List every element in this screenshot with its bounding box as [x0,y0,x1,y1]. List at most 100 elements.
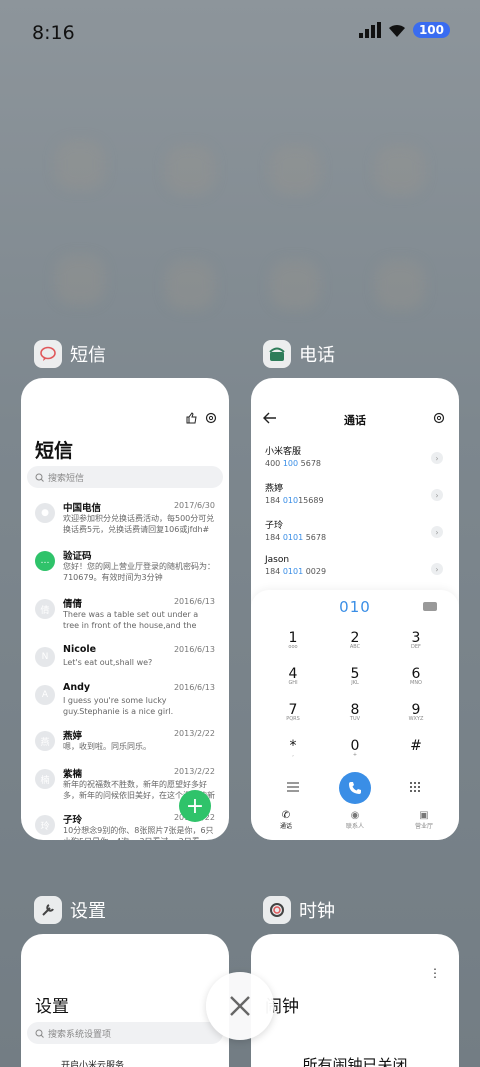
contact-row[interactable]: 子玲 184 0101 5678 › [265,518,445,552]
message-date: 2016/6/13 [173,645,215,654]
message-row[interactable]: … 验证码 您好！您的网上营业厅登录的随机密码为：710679。有效时间为3分钟 [21,548,229,590]
message-sender: 中国电信 [63,503,102,514]
person-icon: ◉ [350,810,360,821]
avatar: ● [35,503,55,523]
message-row[interactable]: ● 中国电信 2017/6/30 欢迎参加积分兑换话费活动，每500分可兑换话费… [21,500,229,542]
wifi-icon [388,24,405,37]
phone-icon [349,782,361,794]
call-button[interactable] [339,772,371,804]
contact-row[interactable]: 燕婷 184 01015689 › [265,481,445,515]
dial-key-2[interactable]: 2 ABC [335,630,375,650]
thumbs-up-icon[interactable] [185,412,197,424]
settings-title: 设置 [35,997,69,1017]
settings-search-input[interactable]: 搜索系统设置项 [27,1022,223,1044]
app-name-phone: 电话 [299,345,335,366]
chevron-right-icon[interactable]: › [431,563,443,575]
message-row[interactable]: 倩 倩倩 2016/6/13 There was a table set out… [21,596,229,638]
more-options-icon[interactable]: ⋮ [429,966,441,980]
clear-all-button[interactable] [206,972,274,1040]
dial-key-5[interactable]: 5 JKL [335,666,375,686]
clock-app-icon [263,896,291,924]
avatar: 燕 [35,731,55,751]
contact-number: 184 0101 0029 [265,567,327,576]
contact-row[interactable]: Jason 184 0101 0029 › [265,555,445,589]
message-sender: 燕婷 [63,731,83,742]
settings-item-mi-cloud[interactable]: 开启小米云服务 [61,1058,124,1067]
message-preview: There was a table set out under a tree i… [63,610,199,630]
contact-name: 小米客服 [265,447,302,457]
avatar: 楠 [35,769,55,789]
chevron-right-icon[interactable]: › [431,526,443,538]
dial-key-9[interactable]: 9 WXYZ [396,702,436,722]
avatar: A [35,685,55,705]
message-date: 2017/6/30 [173,501,215,510]
contact-number: 184 0101 5678 [265,533,327,542]
chevron-right-icon[interactable]: › [431,452,443,464]
chevron-right-icon[interactable]: › [431,489,443,501]
app-name-sms: 短信 [70,345,106,366]
dial-key-3[interactable]: 3 DEF [396,630,436,650]
gear-icon[interactable] [205,412,217,424]
app-header-phone[interactable]: 电话 [263,340,335,368]
sms-title: 短信 [35,440,74,462]
app-name-settings: 设置 [70,901,106,922]
gear-icon[interactable] [433,412,445,424]
dial-key-6[interactable]: 6 MNO [396,666,436,686]
sms-search-placeholder: 搜索短信 [48,473,85,484]
tab-contacts[interactable]: ◉ 联系人 [330,810,380,830]
settings-app-icon [34,896,62,924]
dial-key-1[interactable]: 1 ooo [273,630,313,650]
clock-empty-state: 所有闹钟已关闭 [302,1056,408,1067]
app-name-clock: 时钟 [299,901,335,922]
message-row[interactable]: 燕 燕婷 2013/2/22 嗯，收到啦。同乐同乐。 [21,728,229,770]
new-message-button[interactable]: + [179,790,211,822]
tab-calls[interactable]: ✆ 通话 [261,810,311,830]
message-date: 2016/6/13 [173,597,215,606]
app-header-settings[interactable]: 设置 [34,896,106,924]
app-header-sms[interactable]: 短信 [34,340,106,368]
sms-toolbar [185,412,217,424]
message-row[interactable]: A Andy 2016/6/13 I guess you're some luc… [21,682,229,724]
contact-row[interactable]: 小米客服 400 100 5678 › [265,444,445,478]
message-row[interactable]: N Nicole 2016/6/13 Let's eat out,shall w… [21,644,229,686]
phone-app-icon [263,340,291,368]
dial-key-hash[interactable]: # [396,738,436,754]
keypad-grid-icon[interactable] [409,781,421,793]
app-header-clock[interactable]: 时钟 [263,896,335,924]
status-time: 8:16 [32,22,75,44]
clock-app-card[interactable]: ⋮ 闹钟 所有闹钟已关闭 [251,934,459,1067]
message-date: 2016/6/13 [173,683,215,692]
avatar: 玲 [35,815,55,835]
message-sender: Nicole [63,644,97,655]
contact-number: 400 100 5678 [265,459,321,468]
menu-icon[interactable] [287,782,299,792]
store-icon: ▣ [419,810,429,821]
message-sender: 紫楠 [63,769,83,780]
phone-app-card[interactable]: 通话 小米客服 400 100 5678 › 燕婷 184 01015689 ›… [251,378,459,840]
phone-header: 通话 [251,408,459,430]
dial-key-0[interactable]: 0 + [335,738,375,758]
contact-number: 184 01015689 [265,496,324,505]
search-icon [35,1029,44,1038]
sms-search-input[interactable]: 搜索短信 [27,466,223,488]
avatar: 倩 [35,599,55,619]
settings-app-card[interactable]: 设置 搜索系统设置项 开启小米云服务 [21,934,229,1067]
dial-key-8[interactable]: 8 TUV [335,702,375,722]
message-date: 2013/2/22 [173,729,215,738]
message-preview: 嗯，收到啦。同乐同乐。 [63,742,151,751]
dial-key-star[interactable]: *, [273,738,313,758]
message-sender: 倩倩 [63,599,83,610]
dial-key-4[interactable]: 4 GHI [273,666,313,686]
message-sender: Andy [63,682,91,693]
contact-name: 燕婷 [265,484,284,494]
message-preview: 您好！您的网上营业厅登录的随机密码为：710679。有效时间为3分钟 [63,562,215,582]
plus-icon: + [185,793,205,819]
message-sender: 子玲 [63,815,83,826]
sms-app-card[interactable]: 短信 搜索短信 ● 中国电信 2017/6/30 欢迎参加积分兑换话费活动，每5… [21,378,229,840]
search-icon [35,473,44,482]
tab-service-hall[interactable]: ▣ 营业厅 [399,810,449,830]
avatar: N [35,647,55,667]
dial-key-7[interactable]: 7 PQRS [273,702,313,722]
sms-app-icon [34,340,62,368]
backspace-icon[interactable] [423,602,437,611]
